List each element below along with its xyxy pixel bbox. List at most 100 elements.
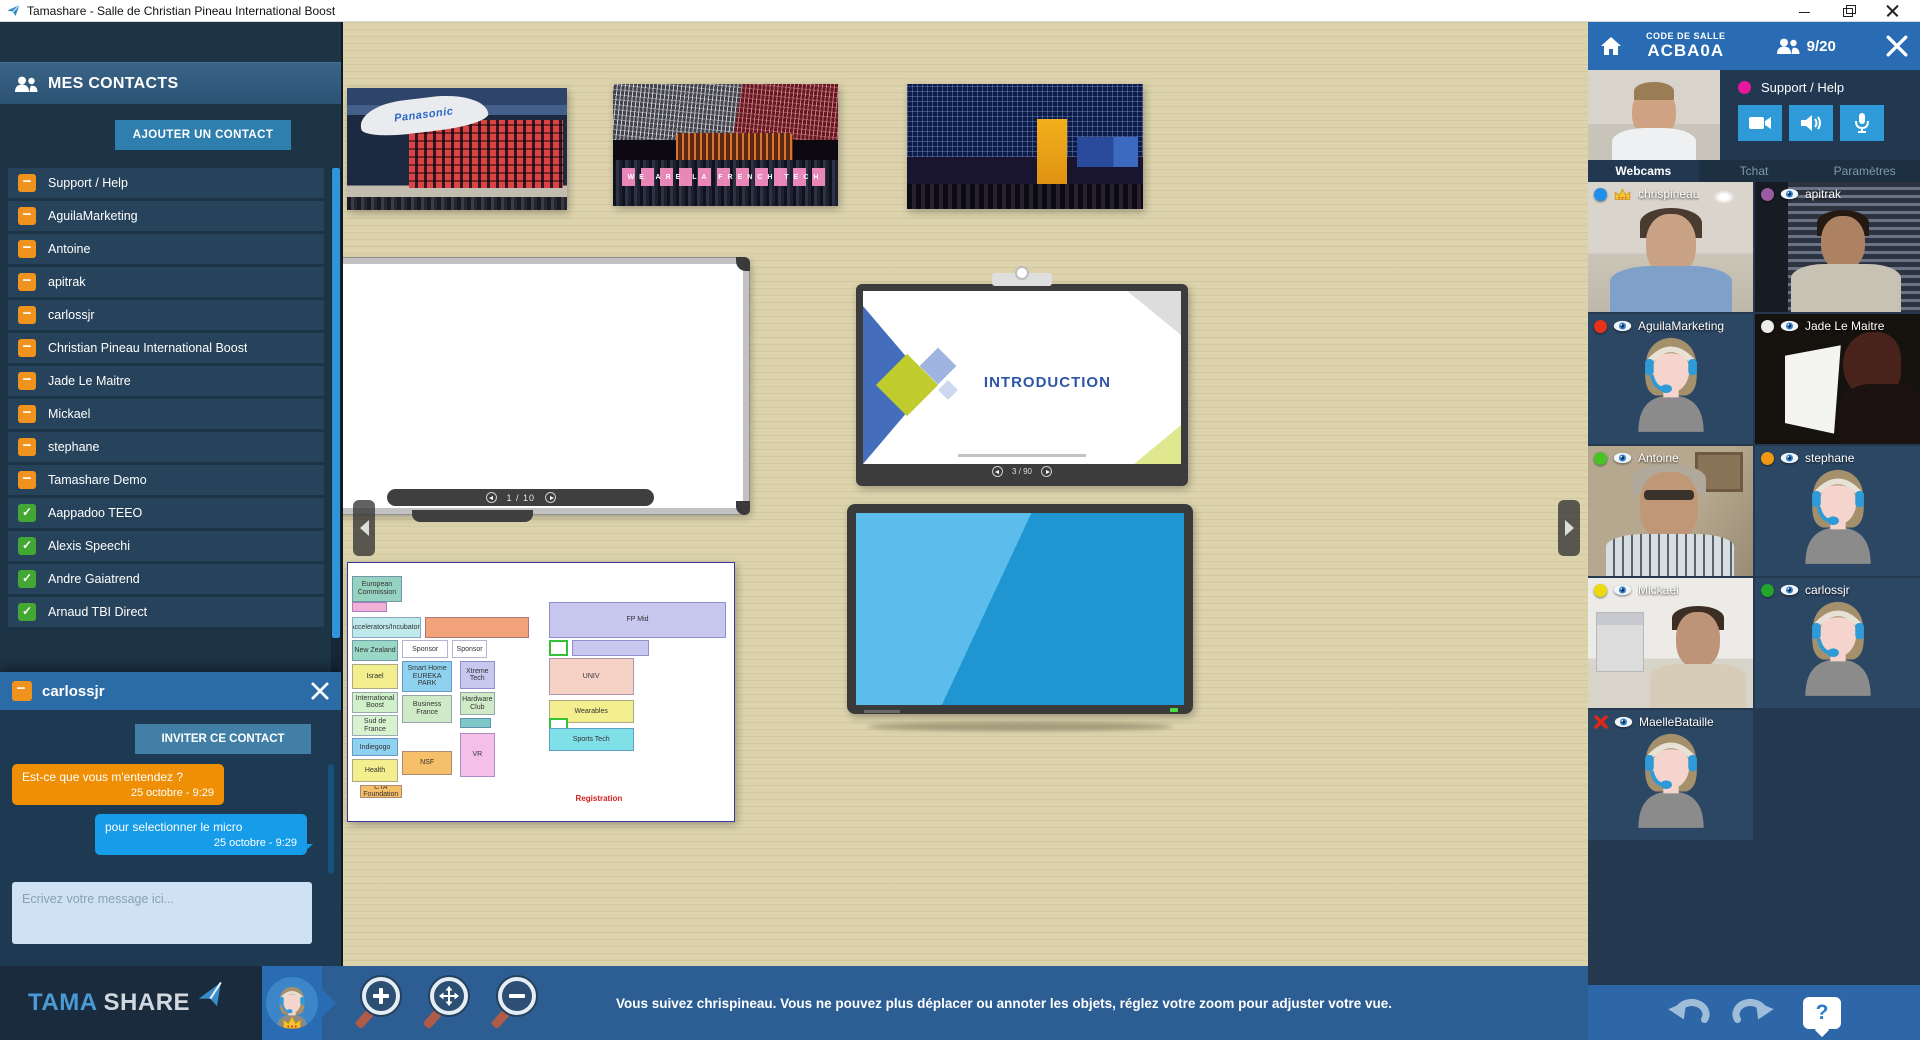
webcam-tile-aguilamarketing[interactable]: AguilaMarketing — [1588, 314, 1753, 444]
contact-row[interactable]: Antoine — [8, 234, 324, 264]
contact-status-icon — [18, 240, 36, 258]
tab-parametres[interactable]: Paramètres — [1809, 160, 1920, 182]
webcam-tile-mickael[interactable]: Mickael — [1588, 578, 1753, 708]
participant-name: carlossjr — [1805, 583, 1850, 597]
pan-mode-button[interactable] — [426, 977, 472, 1029]
leave-room-icon[interactable] — [1886, 35, 1908, 57]
presentation-display-object[interactable]: INTRODUCTION 3 / 90 — [856, 284, 1188, 486]
webcam-tile-carlossjr[interactable]: carlossjr — [1755, 578, 1920, 708]
contact-name: Andre Gaiatrend — [48, 572, 140, 586]
photo-expo-hall[interactable] — [907, 84, 1143, 209]
self-webcam-preview[interactable] — [1588, 70, 1720, 160]
tab-tchat[interactable]: Tchat — [1699, 160, 1810, 182]
contact-row[interactable]: Andre Gaiatrend — [8, 564, 324, 594]
contact-row[interactable]: Tamashare Demo — [8, 465, 324, 495]
contact-status-icon — [18, 438, 36, 456]
zoom-in-button[interactable] — [358, 977, 404, 1029]
webcam-tile-chrispineau[interactable]: chrispineau — [1588, 182, 1753, 312]
webcam-tile-maellebataille[interactable]: MaelleBataille — [1588, 710, 1753, 840]
invite-contact-button[interactable]: INVITER CE CONTACT — [135, 724, 311, 754]
zoom-in-icon — [362, 977, 400, 1015]
previous-slide-icon[interactable] — [992, 466, 1003, 477]
self-controls: Support / Help — [1720, 70, 1920, 160]
contact-row[interactable]: Jade Le Maitre — [8, 366, 324, 396]
contact-row[interactable]: stephane — [8, 432, 324, 462]
webcam-tile-antoine[interactable]: Antoine — [1588, 446, 1753, 576]
restore-button[interactable] — [1842, 5, 1856, 17]
toggle-mic-button[interactable] — [1840, 105, 1884, 141]
floorplan-zone: Sponsor — [402, 640, 448, 658]
contacts-scrollbar-thumb[interactable] — [332, 168, 340, 638]
help-button[interactable]: ? — [1803, 997, 1841, 1029]
webcam-tile-apitrak[interactable]: apitrak — [1755, 182, 1920, 312]
message-time: 25 octobre - 9:29 — [105, 837, 297, 849]
floorplan-zone: Xtreme Tech — [460, 661, 495, 689]
tab-webcams[interactable]: Webcams — [1588, 160, 1699, 182]
add-contact-button[interactable]: AJOUTER UN CONTACT — [115, 120, 291, 150]
floorplan-zone: Indiegogo — [352, 738, 398, 756]
contact-row[interactable]: carlossjr — [8, 300, 324, 330]
visibility-eye-icon[interactable] — [1613, 584, 1632, 596]
blue-screen-display-object[interactable] — [847, 504, 1193, 714]
visibility-eye-icon[interactable] — [1614, 716, 1633, 728]
contact-row[interactable]: Arnaud TBI Direct — [8, 597, 324, 627]
floorplan-zone: Sud de France — [352, 715, 398, 736]
contact-row[interactable]: Alexis Speechi — [8, 531, 324, 561]
minimize-button[interactable] — [1798, 5, 1812, 17]
visibility-eye-icon[interactable] — [1780, 452, 1799, 464]
home-icon[interactable] — [1600, 36, 1622, 56]
contact-name: Support / Help — [48, 176, 128, 190]
contact-status-icon — [18, 405, 36, 423]
toggle-speaker-button[interactable] — [1789, 105, 1833, 141]
toggle-camera-button[interactable] — [1738, 105, 1782, 141]
chat-scrollbar-thumb[interactable] — [328, 764, 334, 874]
tamashare-app: Tamashare - Salle de Christian Pineau In… — [0, 0, 1920, 1040]
contact-row[interactable]: Christian Pineau International Boost — [8, 333, 324, 363]
visibility-eye-icon[interactable] — [1780, 320, 1799, 332]
photo-frenchtech-group[interactable]: WE ARE LA FRENCH TECH — [613, 84, 838, 206]
floorplan-zone — [425, 617, 529, 638]
camera-icon — [1748, 115, 1772, 131]
whiteboard-tray — [412, 510, 533, 522]
slide-pager: 3 / 90 — [863, 464, 1181, 479]
undo-icon[interactable] — [1667, 996, 1711, 1030]
self-name: Support / Help — [1761, 80, 1844, 95]
shared-room-canvas[interactable]: Panasonic WE ARE LA FRENCH TECH 1 / 10 — [341, 22, 1588, 966]
floorplan-zone: FP Mid — [549, 602, 727, 638]
canvas-scroll-left-button[interactable] — [353, 500, 375, 556]
moderator-crown-icon — [281, 1015, 303, 1029]
contact-name: Arnaud TBI Direct — [48, 605, 147, 619]
close-window-button[interactable] — [1886, 5, 1900, 17]
visibility-eye-icon[interactable] — [1780, 584, 1799, 596]
floorplan-zone: Registration — [560, 790, 637, 808]
visibility-eye-icon[interactable] — [1780, 188, 1799, 200]
contact-row[interactable]: apitrak — [8, 267, 324, 297]
webcam-tile-jade[interactable]: Jade Le Maitre — [1755, 314, 1920, 444]
visibility-eye-icon[interactable] — [1613, 452, 1632, 464]
floorplan-zone: UNIV — [549, 658, 634, 694]
webcam-tile-stephane[interactable]: stephane — [1755, 446, 1920, 576]
chevron-left-icon — [360, 520, 369, 536]
photo-panasonic-booth[interactable]: Panasonic — [347, 88, 567, 210]
next-slide-icon[interactable] — [1041, 466, 1052, 477]
redo-icon[interactable] — [1731, 996, 1775, 1030]
floorplan-object[interactable]: European Commission Accelerators/Incubat… — [347, 562, 735, 822]
tamashare-logo: TAMASHARE — [0, 966, 262, 1040]
zoom-out-button[interactable] — [494, 977, 540, 1029]
next-page-icon[interactable] — [545, 492, 556, 503]
floorplan-zone: European Commission — [352, 576, 402, 602]
whiteboard-object[interactable]: 1 / 10 — [341, 258, 749, 514]
my-avatar-button[interactable] — [262, 966, 322, 1040]
chat-message-input[interactable] — [12, 882, 312, 944]
previous-page-icon[interactable] — [486, 492, 497, 503]
visibility-eye-icon[interactable] — [1613, 320, 1632, 332]
participant-name: Mickael — [1638, 583, 1679, 597]
canvas-scroll-right-button[interactable] — [1558, 500, 1580, 556]
contact-row[interactable]: Aappadoo TEEO — [8, 498, 324, 528]
contact-row[interactable]: AguilaMarketing — [8, 201, 324, 231]
avatar-placeholder — [1790, 590, 1886, 702]
chat-close-icon[interactable] — [311, 682, 329, 700]
contact-row[interactable]: Support / Help — [8, 168, 324, 198]
floorplan-zone — [572, 640, 649, 655]
contact-row[interactable]: Mickael — [8, 399, 324, 429]
